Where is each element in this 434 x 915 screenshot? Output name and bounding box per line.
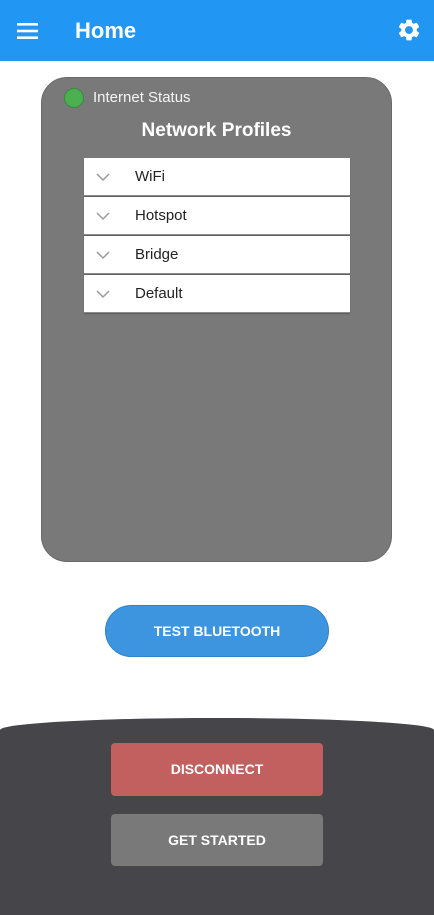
network-status-card: Internet Status Network Profiles WiFi Ho… [41,77,392,562]
network-profiles-list: WiFi Hotspot Bridge Default [84,158,350,314]
menu-button[interactable] [14,17,42,45]
chevron-down-icon [96,250,110,260]
internet-status-label: Internet Status [93,89,191,106]
profile-item-wifi[interactable]: WiFi [84,158,350,196]
page-title: Home [75,18,137,43]
profile-item-default[interactable]: Default [84,275,350,313]
profile-item-hotspot[interactable]: Hotspot [84,197,350,235]
chevron-down-icon [96,172,110,182]
chevron-down-icon [96,211,110,221]
profile-label: Hotspot [135,207,187,224]
app-bar: Home [0,0,434,61]
profile-label: Default [135,285,183,302]
test-bluetooth-button[interactable]: TEST BLUETOOTH [105,605,329,657]
profile-item-bridge[interactable]: Bridge [84,236,350,274]
profile-label: WiFi [135,168,165,185]
settings-button[interactable] [396,17,422,43]
chevron-down-icon [96,289,110,299]
disconnect-button[interactable]: DISCONNECT [111,743,323,796]
gear-icon [398,19,420,41]
network-profiles-heading: Network Profiles [141,120,292,141]
hamburger-menu-icon [17,23,38,39]
internet-status-indicator [64,88,84,108]
get-started-button[interactable]: GET STARTED [111,814,323,866]
profile-label: Bridge [135,246,179,263]
